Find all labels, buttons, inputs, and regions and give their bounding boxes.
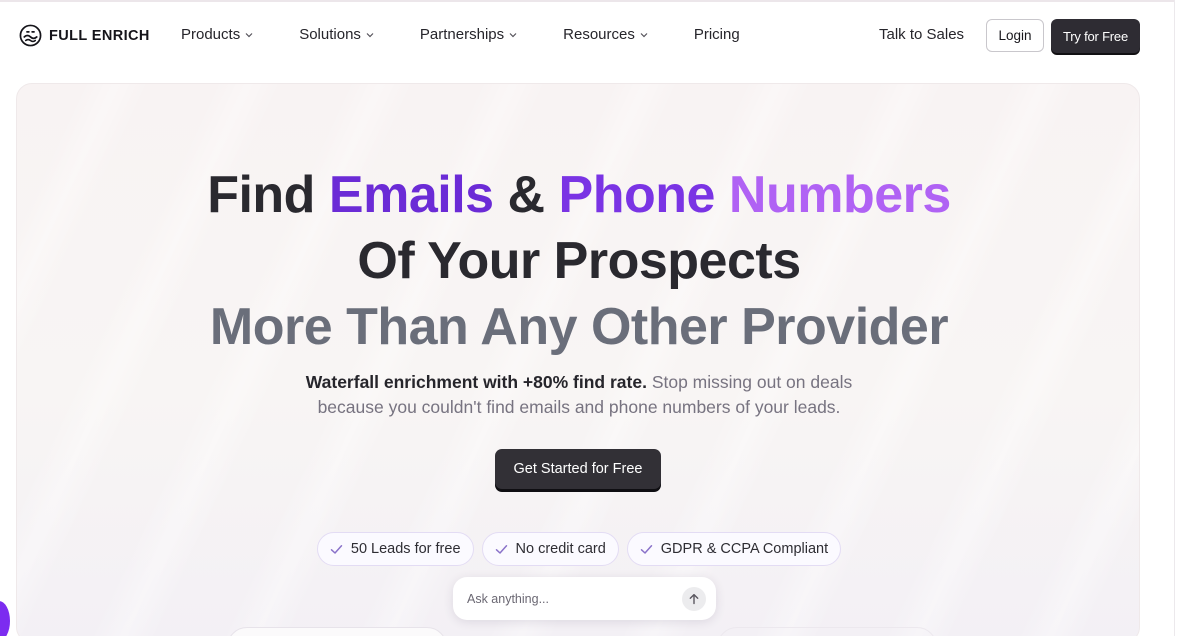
menu-item-products[interactable]: Products: [181, 26, 253, 43]
chat-widget-button[interactable]: [0, 601, 10, 636]
hero-subtitle-line-1: Waterfall enrichment with +80% find rate…: [17, 370, 1139, 395]
ask-anything-box[interactable]: Ask anything...: [453, 577, 716, 620]
main-menu: Products Solutions Partnerships Resource…: [181, 26, 740, 43]
send-button[interactable]: [682, 586, 706, 611]
hero-word-amp: &: [507, 166, 546, 224]
hero-subtitle-bold: Waterfall enrichment with +80% find rate…: [305, 372, 647, 392]
hero-word-find: Find: [207, 166, 315, 224]
hero-word-numbers: Numbers: [728, 166, 951, 224]
menu-item-pricing[interactable]: Pricing: [694, 26, 740, 43]
badge-free-leads: 50 Leads for free: [316, 532, 474, 566]
try-for-free-button[interactable]: Try for Free: [1051, 19, 1140, 53]
chevron-down-icon: [366, 32, 374, 37]
talk-to-sales-link[interactable]: Talk to Sales: [879, 26, 964, 43]
check-icon: [495, 544, 507, 554]
menu-item-label: Partnerships: [419, 26, 505, 43]
menu-item-resources[interactable]: Resources: [563, 26, 648, 43]
top-nav: FULL ENRICH Products Solutions Partnersh…: [0, 2, 1174, 68]
login-button[interactable]: Login: [986, 19, 1044, 52]
badge-label: GDPR & CCPA Compliant: [660, 541, 829, 557]
trust-badges: 50 Leads for free No credit card GDPR & …: [17, 532, 1139, 566]
page: FULL ENRICH Products Solutions Partnersh…: [0, 0, 1200, 636]
chevron-down-icon: [640, 32, 648, 37]
bottom-card-partial: [227, 627, 447, 636]
check-icon: [330, 544, 343, 554]
menu-item-label: Products: [181, 26, 241, 43]
scrollbar-gutter[interactable]: [1174, 0, 1200, 636]
hero-subtitle-line-2: because you couldn't find emails and pho…: [317, 397, 841, 417]
hero-subtitle-rest: Stop missing out on deals: [651, 372, 853, 392]
hero-word-phone: Phone: [558, 166, 716, 224]
menu-item-label: Resources: [563, 26, 635, 43]
bottom-card-partial-right: [717, 627, 937, 636]
ask-input-placeholder[interactable]: Ask anything...: [467, 592, 549, 606]
badge-gdpr-ccpa: GDPR & CCPA Compliant: [626, 532, 842, 566]
hero-title-line-2: Of Your Prospects: [357, 232, 801, 290]
menu-item-label: Pricing: [693, 26, 740, 43]
arrow-up-icon: [689, 593, 699, 604]
check-icon: [640, 544, 653, 554]
hero-title-line-1: Find Emails & Phone Numbers: [17, 166, 1139, 224]
menu-item-label: Solutions: [299, 26, 361, 43]
hero-word-emails: Emails: [328, 166, 494, 224]
get-started-button[interactable]: Get Started for Free: [495, 449, 661, 489]
badge-no-credit-card: No credit card: [481, 532, 619, 566]
hero-section: Find Emails & Phone Numbers Of Your Pros…: [16, 83, 1140, 636]
brand-logo[interactable]: FULL ENRICH: [19, 24, 150, 47]
hero-title-line-3: More Than Any Other Provider: [209, 298, 949, 356]
wave-face-logo-icon: [19, 24, 42, 47]
menu-item-solutions[interactable]: Solutions: [299, 26, 374, 43]
menu-item-partnerships[interactable]: Partnerships: [420, 26, 517, 43]
brand-name: FULL ENRICH: [49, 27, 150, 44]
chevron-down-icon: [245, 32, 253, 37]
badge-label: 50 Leads for free: [350, 541, 461, 557]
chevron-down-icon: [509, 32, 517, 37]
badge-label: No credit card: [515, 541, 606, 557]
